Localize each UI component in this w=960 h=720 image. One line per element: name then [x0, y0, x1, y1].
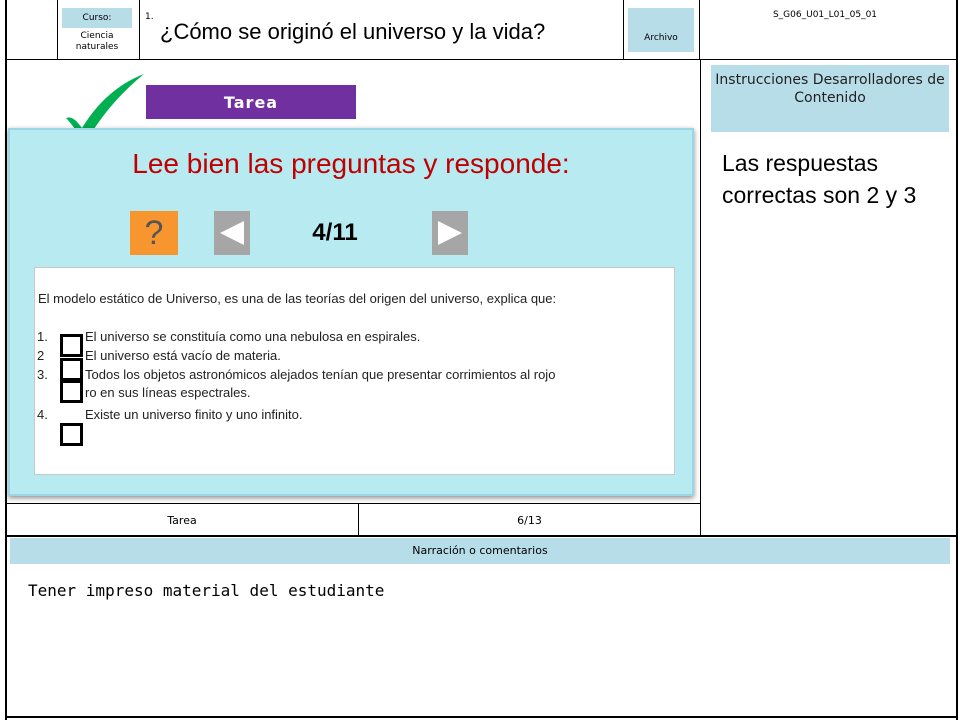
next-button[interactable]	[432, 211, 468, 255]
frame-right	[956, 0, 958, 720]
task-banner: Tarea	[146, 85, 356, 119]
previous-button[interactable]	[214, 211, 250, 255]
frame-bottom	[5, 716, 958, 718]
activity-heading: Lee bien las preguntas y responde:	[132, 148, 570, 179]
option-4: 4. Existe un universo finito y uno infin…	[37, 407, 677, 423]
checkbox-icon[interactable]	[60, 380, 83, 403]
page-title: ¿Cómo se originó el universo y la vida?	[160, 19, 546, 44]
header-col-2	[139, 0, 140, 60]
option-text: Todos los objetos astronómicos alejados …	[85, 367, 556, 382]
checkbox-icon[interactable]	[60, 423, 83, 446]
option-1: 1. El universo se constituía como una ne…	[37, 329, 677, 345]
narration-label: Narración o comentarios	[10, 538, 950, 564]
checkbox-icon[interactable]	[60, 334, 83, 357]
option-text: El universo se constituía como una nebul…	[85, 329, 421, 344]
slide-page: 6/13	[517, 514, 542, 527]
arrow-right-icon	[438, 221, 462, 245]
option-number: 2	[37, 348, 45, 363]
header-col-3	[623, 0, 624, 60]
instructions-label: Instrucciones Desarrolladores de Conteni…	[711, 65, 949, 132]
course-value: Ciencia naturales	[75, 31, 119, 52]
header-col-1	[57, 0, 58, 60]
option-number: 4.	[37, 407, 48, 422]
lesson-number: 1.	[145, 12, 154, 22]
arrow-left-icon	[220, 221, 244, 245]
header-col-4	[699, 0, 700, 60]
narration-text: Tener impreso material del estudiante	[28, 581, 385, 600]
option-3: 3. Todos los objetos astronómicos alejad…	[37, 367, 677, 383]
option-3-continued: ro en sus líneas espectrales.	[37, 385, 677, 401]
question-counter: 4/11	[312, 219, 358, 246]
help-button[interactable]: ?	[130, 211, 178, 255]
file-label[interactable]: Archivo	[628, 8, 694, 52]
answer-note: Las respuestas correctas son 2 y 3	[722, 150, 917, 208]
option-number: 1.	[37, 329, 48, 344]
footer-row-top	[5, 503, 701, 504]
narration-top	[5, 535, 958, 537]
resource-code: S_G06_U01_L01_05_01	[772, 10, 878, 20]
question-text: El modelo estático de Universo, es una d…	[38, 291, 557, 306]
option-2: 2 El universo está vacío de materia.	[37, 348, 677, 364]
slide-type: Tarea	[167, 514, 197, 527]
checkbox-icon[interactable]	[60, 358, 83, 381]
option-text: Existe un universo finito y uno infinito…	[85, 407, 303, 422]
option-text: El universo está vacío de materia.	[85, 348, 281, 363]
course-label: Curso:	[62, 8, 132, 28]
header-divider	[5, 59, 958, 60]
option-text: ro en sus líneas espectrales.	[85, 385, 251, 400]
main-col-divider	[700, 60, 701, 536]
question-icon: ?	[144, 214, 164, 252]
frame-left	[5, 0, 7, 720]
option-number: 3.	[37, 367, 48, 382]
